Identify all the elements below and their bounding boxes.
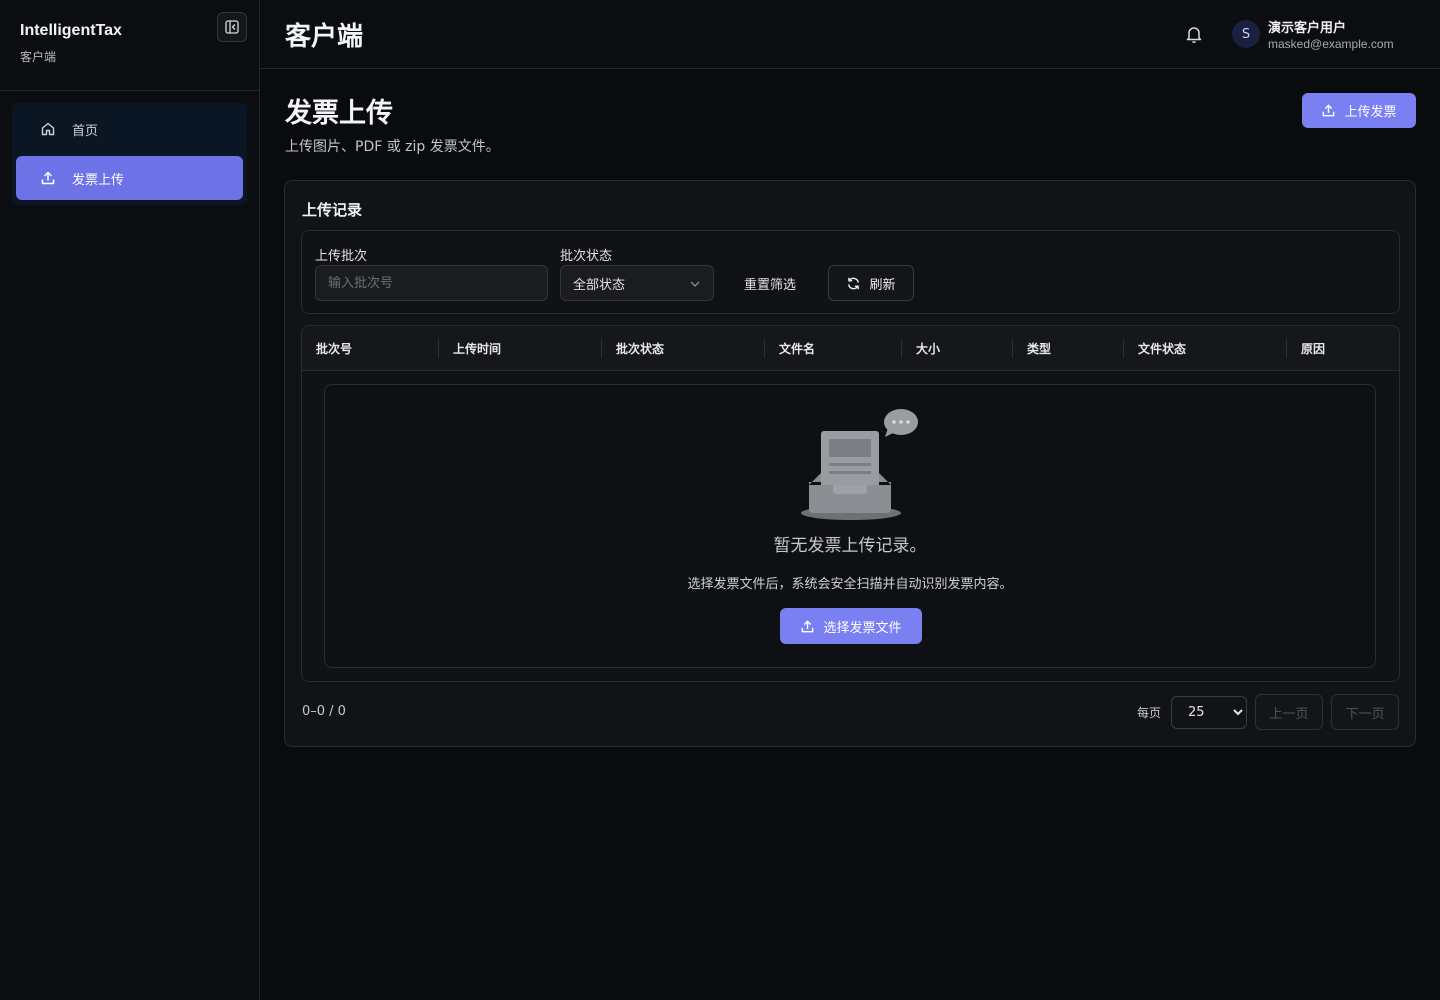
user-email: masked@example.com [1268,37,1394,51]
column-header-file-name[interactable]: 文件名 [779,340,815,357]
pagination-range: 0–0 / 0 [302,704,346,719]
sidebar-collapse-button[interactable] [217,12,247,42]
column-divider [1286,339,1287,358]
column-divider [901,339,902,358]
page-title: 发票上传 [285,98,393,129]
header-title: 客户端 [285,22,364,52]
column-header-file-status[interactable]: 文件状态 [1138,340,1186,357]
reset-filters-button[interactable]: 重置筛选 [730,265,810,301]
top-header: 客户端 S 演示客户用户 masked@example.com [260,0,1440,69]
sidebar-collapse-icon [225,20,239,34]
notifications-button[interactable] [1183,23,1205,45]
sidebar: IntelligentTax 客户端 首页 发票上传 [0,0,260,1000]
per-page-select[interactable]: 25 [1171,696,1247,729]
bell-icon [1186,27,1202,44]
next-page-button[interactable]: 下一页 [1331,694,1399,730]
upload-icon [802,620,814,632]
filter-bar: 上传批次 批次状态 全部状态 重置筛选 刷新 [301,230,1400,314]
upload-icon [41,171,55,185]
upload-invoice-button[interactable]: 上传发票 [1302,93,1416,128]
status-select-value: 全部状态 [573,277,626,293]
column-divider [601,339,602,358]
select-invoice-file-button[interactable]: 选择发票文件 [780,608,922,644]
batch-search-input[interactable] [315,265,548,301]
avatar[interactable]: S [1232,20,1260,48]
table-header: 批次号 上传时间 批次状态 文件名 大小 类型 文件状态 原因 [302,326,1399,371]
refresh-icon [848,277,860,289]
brand-title: IntelligentTax [20,22,122,39]
column-divider [764,339,765,358]
column-header-batch-no[interactable]: 批次号 [316,340,352,357]
upload-invoice-label: 上传发票 [1344,105,1397,120]
column-header-upload-time[interactable]: 上传时间 [453,340,501,357]
home-icon [41,122,55,136]
sidebar-nav: 首页 发票上传 [12,103,247,205]
column-divider [1123,339,1124,358]
status-label: 批次状态 [560,249,613,264]
column-header-batch-status[interactable]: 批次状态 [616,340,664,357]
column-header-reason[interactable]: 原因 [1301,340,1325,357]
brand-subtitle: 客户端 [20,50,57,64]
empty-state-title: 暂无发票上传记录。 [773,536,927,556]
records-table: 批次号 上传时间 批次状态 文件名 大小 类型 文件状态 原因 暂无发票上传记录… [301,325,1400,682]
sidebar-item-label: 发票上传 [72,172,125,188]
column-header-size[interactable]: 大小 [916,340,940,357]
empty-state: 暂无发票上传记录。 选择发票文件后，系统会安全扫描并自动识别发票内容。 选择发票… [324,384,1376,668]
user-name: 演示客户用户 [1268,21,1347,36]
empty-inbox-illustration [801,409,918,520]
column-header-type[interactable]: 类型 [1027,340,1051,357]
chevron-down-icon [690,281,700,287]
sidebar-item-invoice-upload[interactable]: 发票上传 [16,156,243,200]
prev-page-button[interactable]: 上一页 [1255,694,1323,730]
batch-label: 上传批次 [315,249,368,264]
card-title: 上传记录 [302,201,363,219]
brand: IntelligentTax 客户端 [20,22,122,65]
sidebar-item-label: 首页 [72,123,99,139]
refresh-label: 刷新 [869,277,896,293]
sidebar-divider [0,90,259,91]
per-page-label: 每页 [1137,706,1162,720]
upload-records-card: 上传记录 上传批次 批次状态 全部状态 重置筛选 刷新 批次号 上传时间 [284,180,1416,747]
column-divider [1012,339,1013,358]
status-select[interactable]: 全部状态 [560,265,714,301]
page-subtitle: 上传图片、PDF 或 zip 发票文件。 [285,139,500,155]
select-invoice-file-label: 选择发票文件 [823,620,902,636]
sidebar-item-home[interactable]: 首页 [16,107,243,151]
empty-state-description: 选择发票文件后，系统会安全扫描并自动识别发票内容。 [687,577,1013,592]
upload-icon [1323,104,1335,117]
refresh-button[interactable]: 刷新 [828,265,914,301]
column-divider [438,339,439,358]
